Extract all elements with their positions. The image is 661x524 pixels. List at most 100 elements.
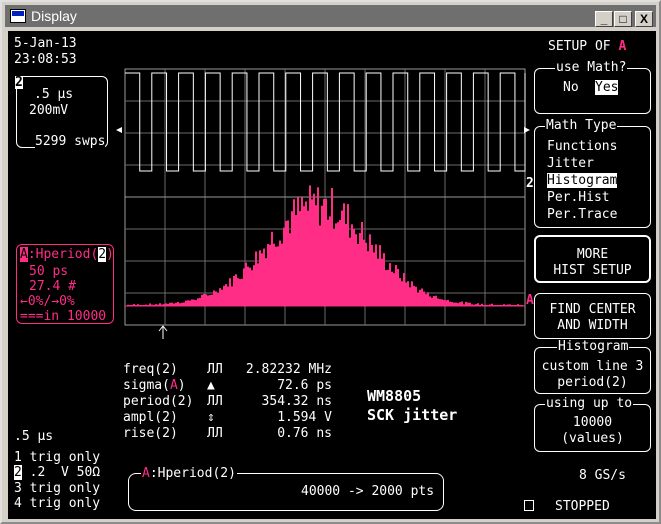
histogram-bin [395,265,397,306]
histogram-bin [325,198,327,306]
math-type-item-per-hist[interactable]: Per.Hist [547,190,610,205]
histogram-bin [191,299,193,306]
histogram-bin [355,234,357,306]
histogram-bin [435,295,437,306]
histogram-bin [411,281,413,306]
left-trigger-marker [116,127,122,133]
title-bar: Display _ □ X [5,5,656,27]
histogram-bin [297,196,299,306]
measurement-row[interactable]: sigma(A) [123,378,186,393]
use-math-menu[interactable]: use Math? No Yes [534,60,651,114]
measurement-source: 2 [177,394,186,409]
math-type-item-histogram[interactable]: Histogram [547,173,618,188]
histogram-bin [287,220,289,306]
channel-2-status[interactable]: 2 .2 V 50Ω [14,465,100,480]
histogram-bin [215,291,217,306]
measurement-row[interactable]: rise(2) [123,426,178,441]
measurement-name: freq( [123,362,163,377]
histogram-bin [233,275,235,306]
channel-2-number: 2 [14,465,22,480]
histogram-bin [323,199,325,306]
math-type-item-per-trace[interactable]: Per.Trace [547,207,617,222]
histogram-bin [243,268,245,306]
histogram-bin [353,228,355,306]
histogram-bin [275,246,277,306]
histogram-bin [407,281,409,306]
close-button[interactable]: X [635,11,653,27]
histogram-bin [235,274,237,306]
histogram-bin [231,286,233,306]
setup-title-text: SETUP OF [548,39,611,54]
histogram-bin [365,242,367,306]
histogram-bin [413,285,415,306]
histogram-bin [205,294,207,306]
histogram-bin [213,290,215,306]
channel-3-number: 3 [14,481,22,496]
use-math-no[interactable]: No [563,80,579,95]
find-center-width-button[interactable]: FIND CENTER AND WIDTH [534,293,651,339]
math-type-menu[interactable]: Math Type Functions Jitter Histogram Per.Hi… [534,118,651,228]
points-reduction: 40000 -> 2000 pts [301,484,435,499]
histogram-trace [125,185,525,307]
measurement-paren: ) [169,410,178,425]
histogram-bin [229,278,231,306]
histogram-bin [209,295,211,306]
histogram-bin [389,263,391,306]
histogram-bin [393,273,395,306]
channel-1-status[interactable]: 1 trig only [14,450,100,465]
acquisition-indicator [524,500,534,511]
maximize-button[interactable]: □ [614,11,632,27]
minimize-button[interactable]: _ [595,11,613,27]
histogram-bin [331,188,333,306]
measurement-value: 354.32 ns [261,394,332,409]
histogram-bin [301,197,303,306]
histogram-line1: custom line 3 [541,359,644,374]
histogram-bin [317,187,319,306]
math-type-item-jitter[interactable]: Jitter [547,156,594,171]
histogram-bin [459,302,461,306]
measurement-name: period( [123,394,178,409]
more-hist-setup-button[interactable]: MORE HIST SETUP [534,235,651,283]
measurement-row[interactable]: period(2) [123,394,193,409]
channel-3-text: trig only [29,481,101,496]
math-source-box[interactable]: A:Hperiod(2) 40000 -> 2000 pts [128,466,444,511]
measurement-source: A [169,378,178,393]
histogram-bin [425,294,427,306]
histogram-source-menu[interactable]: Histogram custom line 3 period(2) [534,339,651,394]
histogram-bin [387,269,389,306]
histogram-bin [451,302,453,306]
histogram-bin [171,302,173,306]
histogram-bin [465,301,467,306]
histogram-bin [227,286,229,306]
histogram-bin [277,246,279,306]
right-trigger-marker [524,127,530,133]
annotation-line-2: SCK jitter [367,406,458,424]
histogram-bin [253,265,255,306]
histogram-bin [271,231,273,306]
histogram-bin [363,239,365,306]
histogram-bin [219,288,221,306]
histogram-bin [315,205,317,306]
ch2-trace-marker: 2 [526,176,534,191]
histogram-bin [261,253,263,306]
using-up-to-menu[interactable]: using up to 10000 (values) [534,396,651,452]
histogram-bin [349,237,351,306]
histogram-bin [189,300,191,306]
use-math-yes[interactable]: Yes [595,80,619,95]
histogram-bin [245,262,247,306]
histogram-bin [341,210,343,306]
histogram-bin [195,300,197,306]
histogram-bin [329,216,331,306]
histogram-bin [357,243,359,306]
histogram-bin [441,299,443,306]
display-window: Display _ □ X 5-Jan-13 23:08:53 2 .5 μs … [0,0,661,524]
channel-4-status[interactable]: 4 trig only [14,496,100,511]
measurement-type-icon: ЛЛ [207,426,223,441]
measurement-row[interactable]: ampl(2) [123,410,178,425]
channel-3-status[interactable]: 3 trig only [14,481,100,496]
measurement-row[interactable]: freq(2) [123,362,178,377]
histogram-bin [403,273,405,306]
histogram-bin [311,199,313,306]
math-type-item-functions[interactable]: Functions [547,139,617,154]
histogram-bin [283,227,285,306]
